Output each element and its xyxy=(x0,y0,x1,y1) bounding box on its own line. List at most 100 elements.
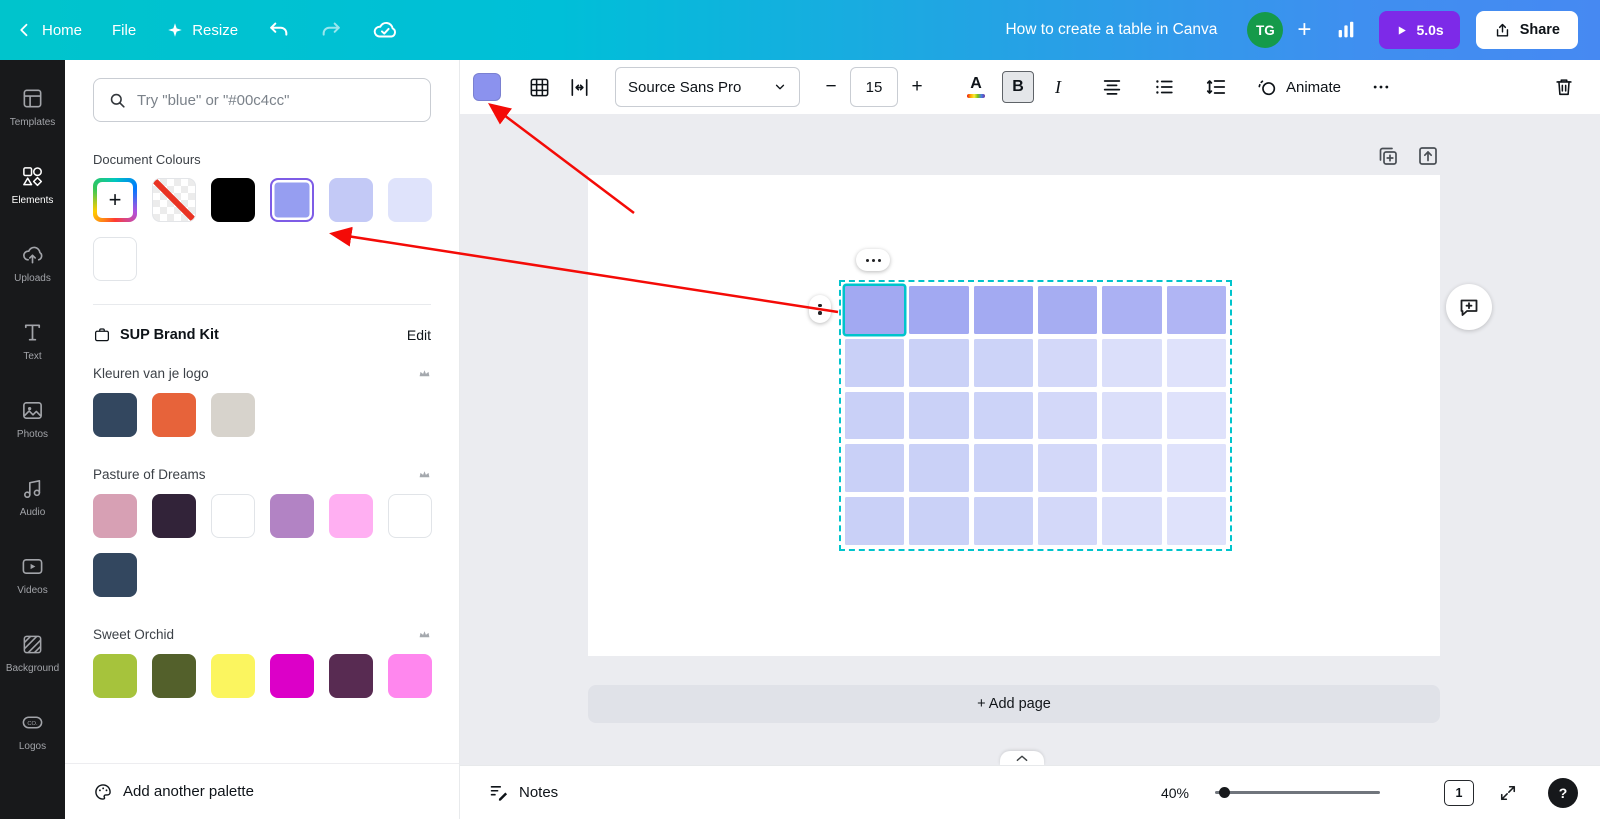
table-cell[interactable] xyxy=(973,286,1033,334)
colour-swatch[interactable] xyxy=(93,553,137,597)
sidebar-item-text[interactable]: Text xyxy=(0,302,65,380)
notes-button[interactable]: Notes xyxy=(488,782,558,803)
table-grid-button[interactable] xyxy=(523,71,555,103)
colour-swatch[interactable] xyxy=(329,654,373,698)
table-cell[interactable] xyxy=(845,497,905,545)
font-size-decrease-button[interactable]: − xyxy=(814,76,848,98)
sidebar-item-elements[interactable]: Elements xyxy=(0,146,65,224)
table-cell[interactable] xyxy=(1166,391,1226,440)
sidebar-item-templates[interactable]: Templates xyxy=(0,68,65,146)
colour-swatch[interactable] xyxy=(211,393,255,437)
share-button[interactable]: Share xyxy=(1475,11,1578,49)
add-palette-button[interactable]: Add another palette xyxy=(65,763,459,819)
table-cell[interactable] xyxy=(845,338,905,387)
bold-button[interactable]: B xyxy=(1002,71,1034,103)
collapse-panel-tab[interactable] xyxy=(1000,751,1044,765)
table-cell[interactable] xyxy=(973,338,1033,387)
selected-colour-swatch[interactable] xyxy=(270,178,314,222)
colour-swatch[interactable] xyxy=(211,654,255,698)
add-page-icon-button[interactable] xyxy=(1416,144,1440,168)
duplicate-page-button[interactable] xyxy=(1376,144,1400,168)
fullscreen-button[interactable] xyxy=(1498,783,1518,803)
table-cell[interactable] xyxy=(1102,338,1162,387)
sidebar-item-audio[interactable]: Audio xyxy=(0,458,65,536)
colour-swatch[interactable] xyxy=(388,654,432,698)
column-width-button[interactable] xyxy=(563,71,595,103)
table-cell[interactable] xyxy=(1037,286,1098,334)
present-button[interactable]: 5.0s xyxy=(1379,11,1460,49)
table-cell[interactable] xyxy=(1037,497,1098,545)
colour-swatch[interactable] xyxy=(93,393,137,437)
page-count-button[interactable]: 1 xyxy=(1444,779,1474,806)
colour-swatch[interactable] xyxy=(93,654,137,698)
alignment-button[interactable] xyxy=(1096,71,1128,103)
zoom-slider[interactable] xyxy=(1215,786,1380,798)
transparent-swatch[interactable] xyxy=(152,178,196,222)
table-cell[interactable] xyxy=(1102,497,1162,545)
table-cell[interactable] xyxy=(909,497,969,545)
sidebar-item-uploads[interactable]: Uploads xyxy=(0,224,65,302)
delete-button[interactable] xyxy=(1548,71,1580,103)
table-cell[interactable] xyxy=(1102,391,1162,440)
home-button[interactable]: Home xyxy=(16,21,82,39)
animate-button[interactable]: Animate xyxy=(1256,76,1341,98)
colour-search-input[interactable] xyxy=(137,91,416,109)
colour-swatch[interactable] xyxy=(211,494,255,538)
undo-button[interactable] xyxy=(268,19,290,41)
add-page-button[interactable]: + Add page xyxy=(588,685,1440,723)
table-cell[interactable] xyxy=(973,391,1033,440)
colour-swatch[interactable] xyxy=(270,654,314,698)
zoom-slider-knob[interactable] xyxy=(1219,786,1230,798)
file-menu-button[interactable]: File xyxy=(112,22,136,39)
table-cell[interactable] xyxy=(1102,444,1162,493)
colour-swatch[interactable] xyxy=(270,494,314,538)
colour-swatch[interactable] xyxy=(388,178,432,222)
table-cell[interactable] xyxy=(1166,497,1226,545)
line-spacing-button[interactable] xyxy=(1200,71,1232,103)
table-cell[interactable] xyxy=(1037,338,1098,387)
table-cell-selected[interactable] xyxy=(845,286,905,334)
table-cell[interactable] xyxy=(1037,444,1098,493)
sidebar-item-videos[interactable]: Videos xyxy=(0,536,65,614)
row-drag-handle[interactable] xyxy=(809,295,831,323)
table-cell[interactable] xyxy=(909,391,969,440)
sidebar-item-background[interactable]: Background xyxy=(0,614,65,692)
table-cell[interactable] xyxy=(845,391,905,440)
font-family-select[interactable]: Source Sans Pro xyxy=(615,67,800,107)
table-cell[interactable] xyxy=(1037,391,1098,440)
colour-swatch[interactable] xyxy=(152,494,196,538)
table-cell[interactable] xyxy=(909,444,969,493)
font-size-increase-button[interactable]: + xyxy=(900,76,934,98)
table-cell[interactable] xyxy=(973,444,1033,493)
colour-swatch[interactable] xyxy=(93,494,137,538)
table-options-button[interactable] xyxy=(856,249,890,271)
text-colour-button[interactable]: A xyxy=(960,76,992,98)
brand-kit-edit-link[interactable]: Edit xyxy=(407,327,431,343)
add-colour-swatch[interactable]: + xyxy=(93,178,137,222)
sidebar-item-photos[interactable]: Photos xyxy=(0,380,65,458)
table-element[interactable] xyxy=(845,286,1226,545)
help-button[interactable]: ? xyxy=(1548,777,1578,808)
resize-button[interactable]: Resize xyxy=(166,21,238,39)
comment-button[interactable] xyxy=(1446,284,1492,330)
colour-swatch[interactable] xyxy=(329,494,373,538)
table-cell[interactable] xyxy=(845,444,905,493)
insights-button[interactable] xyxy=(1335,19,1357,41)
colour-swatch[interactable] xyxy=(388,494,432,538)
table-fill-swatch[interactable] xyxy=(473,73,501,101)
colour-swatch[interactable] xyxy=(329,178,373,222)
more-options-button[interactable] xyxy=(1365,71,1397,103)
add-member-button[interactable]: + xyxy=(1297,16,1311,44)
table-cell[interactable] xyxy=(1166,286,1226,334)
design-title[interactable]: How to create a table in Canva xyxy=(1005,21,1217,39)
sidebar-item-logos[interactable]: CO. Logos xyxy=(0,692,65,770)
colour-swatch[interactable] xyxy=(93,237,137,281)
design-page[interactable] xyxy=(588,175,1440,656)
font-size-value[interactable]: 15 xyxy=(850,67,898,107)
table-cell[interactable] xyxy=(1166,444,1226,493)
table-cell[interactable] xyxy=(1166,338,1226,387)
table-cell[interactable] xyxy=(909,286,969,334)
table-cell[interactable] xyxy=(1102,286,1162,334)
redo-button[interactable] xyxy=(320,19,342,41)
avatar[interactable]: TG xyxy=(1247,12,1284,48)
